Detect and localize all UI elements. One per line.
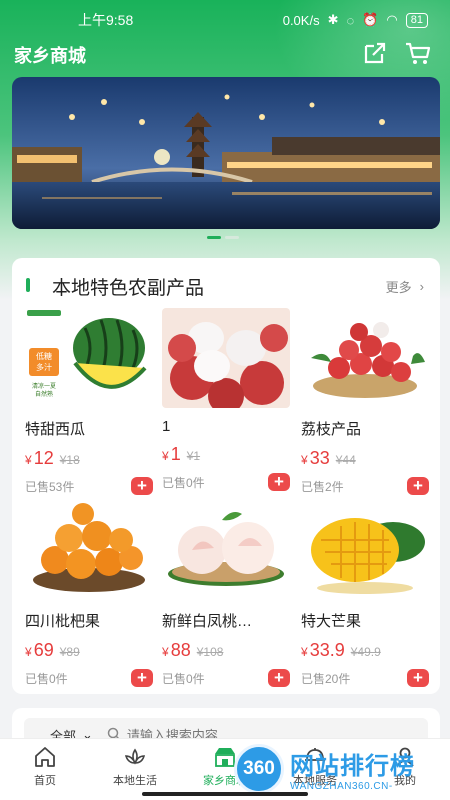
product-sold-count: 已售20件 bbox=[301, 671, 351, 686]
product-name: 特甜西瓜 bbox=[25, 421, 86, 438]
product-price: ¥33 bbox=[301, 448, 330, 468]
section-title: 本地特色农副产品 bbox=[52, 278, 205, 299]
product-name: 特大芒果 bbox=[301, 613, 362, 630]
sold-row: 已售0件 + bbox=[162, 669, 290, 687]
watermark-subtitle: WANGZHAN360.CN- bbox=[290, 781, 393, 792]
product-original-price: ¥89 bbox=[59, 645, 80, 659]
product-name: 新鲜白凤桃… bbox=[162, 613, 253, 630]
bluetooth-icon: ✱ bbox=[327, 12, 339, 27]
watermark-text: 网站排行榜 WANGZHAN360.CN- bbox=[290, 746, 415, 792]
local-products-card: 本地特色农副产品 更多 › 低糖 多汁 清凉一夏 自然熟 特甜西瓜 ¥ 12 ¥… bbox=[12, 258, 440, 694]
product-sold-count: 已售2件 bbox=[301, 479, 344, 494]
app-title: 家乡商城 bbox=[14, 46, 86, 66]
watermark: 360 网站排行榜 WANGZHAN360.CN- bbox=[234, 740, 444, 798]
more-link[interactable]: 更多 › bbox=[386, 277, 424, 296]
add-to-cart-button[interactable]: + bbox=[407, 669, 429, 687]
home-icon bbox=[33, 745, 57, 769]
cart-icon[interactable] bbox=[404, 40, 432, 66]
top-actions bbox=[362, 40, 432, 66]
watermark-logo: 360 bbox=[234, 744, 284, 794]
product-card[interactable]: 四川枇杷果 ¥69 ¥89 已售0件 + bbox=[25, 500, 153, 687]
nav-label: 首页 bbox=[34, 775, 56, 787]
product-sold-count: 已售0件 bbox=[25, 671, 68, 686]
product-price: ¥1 bbox=[162, 444, 181, 464]
add-to-cart-button[interactable]: + bbox=[131, 477, 153, 495]
status-indicators: 0.0K/s ✱ ◌ ⏰ ◠ 81 bbox=[283, 12, 428, 28]
carousel-indicator bbox=[207, 236, 239, 239]
share-icon[interactable] bbox=[362, 40, 388, 66]
carousel-dot-active bbox=[207, 236, 221, 239]
price-row: ¥69 ¥89 bbox=[25, 640, 153, 661]
watermark-title: 网站排行榜 bbox=[290, 753, 415, 780]
sold-row: 已售2件 + bbox=[301, 477, 429, 495]
price-row: ¥12 ¥18 bbox=[25, 448, 153, 469]
product-card[interactable]: 新鲜白凤桃… ¥88 ¥108 已售0件 + bbox=[162, 500, 290, 687]
product-image bbox=[162, 308, 290, 408]
product-card[interactable]: 低糖 多汁 清凉一夏 自然熟 特甜西瓜 ¥12 ¥18 已售53件 + bbox=[25, 308, 153, 495]
battery-icon: 81 bbox=[405, 12, 428, 28]
sold-row: 已售0件 + bbox=[25, 669, 153, 687]
mute-icon: ◌ bbox=[346, 12, 355, 28]
product-original-price: ¥108 bbox=[196, 645, 224, 659]
product-sold-count: 已售53件 bbox=[25, 479, 75, 494]
add-to-cart-button[interactable]: + bbox=[131, 669, 153, 687]
product-card[interactable]: 特大芒果 ¥33.9 ¥49.9 已售20件 + bbox=[301, 500, 429, 687]
badge-line2: 多汁 bbox=[36, 362, 52, 372]
nav-home[interactable]: 首页 bbox=[0, 739, 90, 800]
product-price: ¥12 bbox=[25, 448, 54, 468]
add-to-cart-button[interactable]: + bbox=[268, 473, 290, 491]
banner-carousel[interactable] bbox=[12, 77, 440, 229]
product-image bbox=[301, 500, 429, 600]
product-original-price: ¥18 bbox=[59, 453, 80, 467]
sold-row: 已售53件 + bbox=[25, 477, 153, 495]
product-original-price: ¥44 bbox=[335, 453, 356, 467]
product-card[interactable]: 1 ¥1 ¥1 已售0件 + bbox=[162, 308, 290, 491]
product-name: 四川枇杷果 bbox=[25, 613, 101, 630]
product-name: 荔枝产品 bbox=[301, 421, 362, 438]
sold-row: 已售20件 + bbox=[301, 669, 429, 687]
price-row: ¥1 ¥1 bbox=[162, 444, 290, 465]
price-row: ¥33.9 ¥49.9 bbox=[301, 640, 429, 661]
carousel-dot bbox=[225, 236, 239, 239]
product-name: 1 bbox=[162, 418, 171, 435]
price-row: ¥88 ¥108 bbox=[162, 640, 290, 661]
alarm-icon: ⏰ bbox=[362, 12, 379, 27]
price-row: ¥33 ¥44 bbox=[301, 448, 429, 469]
product-price: ¥69 bbox=[25, 640, 54, 660]
sold-row: 已售0件 + bbox=[162, 473, 290, 491]
nav-label: 本地生活 bbox=[113, 775, 157, 787]
home-indicator bbox=[142, 792, 308, 796]
product-image bbox=[162, 500, 290, 600]
product-image: 低糖 多汁 清凉一夏 自然熟 bbox=[25, 308, 153, 408]
product-original-price: ¥49.9 bbox=[350, 645, 381, 659]
section-accent-bar bbox=[26, 278, 30, 292]
lotus-icon bbox=[122, 745, 148, 769]
more-label: 更多 bbox=[385, 280, 412, 295]
product-sold-count: 已售0件 bbox=[162, 671, 205, 686]
product-image bbox=[301, 308, 429, 408]
status-time: 上午9:58 bbox=[78, 12, 134, 28]
chevron-right-icon: › bbox=[419, 279, 424, 294]
section-header: 本地特色农副产品 更多 › bbox=[12, 272, 440, 299]
badge-line1: 低糖 bbox=[36, 351, 52, 361]
badge-line4: 自然熟 bbox=[35, 390, 53, 398]
add-to-cart-button[interactable]: + bbox=[268, 669, 290, 687]
add-to-cart-button[interactable]: + bbox=[407, 477, 429, 495]
wifi-icon: ◠ bbox=[386, 12, 398, 27]
product-original-price: ¥1 bbox=[186, 449, 201, 463]
product-sold-count: 已售0件 bbox=[162, 475, 205, 490]
product-price: ¥33.9 bbox=[301, 640, 345, 660]
network-speed: 0.0K/s bbox=[282, 12, 320, 28]
product-card[interactable]: 荔枝产品 ¥33 ¥44 已售2件 + bbox=[301, 308, 429, 495]
product-image bbox=[25, 500, 153, 600]
product-price: ¥88 bbox=[162, 640, 191, 660]
banner-image bbox=[12, 77, 440, 229]
status-bar: 上午9:58 0.0K/s ✱ ◌ ⏰ ◠ 81 bbox=[0, 0, 450, 40]
badge-line3: 清凉一夏 bbox=[32, 382, 56, 390]
nav-local-life[interactable]: 本地生活 bbox=[90, 739, 180, 800]
